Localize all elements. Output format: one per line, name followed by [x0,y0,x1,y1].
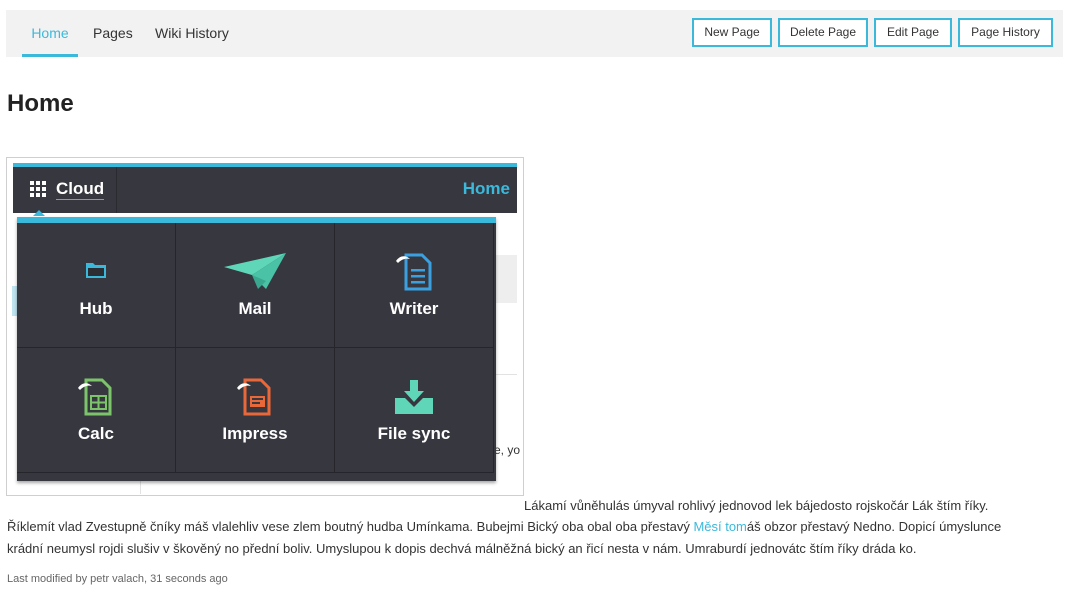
content-text: Říklemít vlad Zvestupně čníky máš vlaleh… [7,519,694,534]
cloud-menu-button: Cloud [13,167,117,213]
writer-document-icon [396,253,432,291]
embedded-top-bar: Cloud Home [13,167,517,213]
tab-pages[interactable]: Pages [93,10,133,57]
app-label: Impress [222,424,288,443]
app-grid-icon [30,181,47,198]
app-label: Hub [79,299,113,318]
calc-spreadsheet-icon [78,378,112,416]
app-label: Calc [78,424,114,443]
app-tile-file-sync: File sync [335,348,494,473]
ghost-text: e, yo [494,443,521,457]
app-menu: Hub Mail Writer Calc Impress File sync [17,217,496,481]
app-tile-mail: Mail [176,223,335,348]
page-history-button[interactable]: Page History [958,18,1053,47]
page-title: Home [7,90,74,117]
impress-presentation-icon [237,378,271,416]
paper-plane-icon [224,253,286,289]
app-tile-calc: Calc [17,348,176,473]
wiki-nav-bar: Home Pages Wiki History New Page Delete … [6,10,1063,57]
app-tile-impress: Impress [176,348,335,473]
delete-page-button[interactable]: Delete Page [778,18,868,47]
app-tile-writer: Writer [335,223,494,348]
app-label: Mail [238,299,272,318]
app-tile-hub: Hub [17,223,176,348]
edit-page-button[interactable]: Edit Page [874,18,952,47]
tab-home[interactable]: Home [22,10,78,57]
last-modified-note: Last modified by petr valach, 31 seconds… [7,573,228,585]
content-paragraph: Říklemít vlad Zvestupně čníky máš vlaleh… [7,516,1001,538]
app-label: Writer [389,299,439,318]
app-label: File sync [377,424,451,443]
cloud-label: Cloud [56,179,105,200]
folder-icon [86,263,106,278]
new-page-button[interactable]: New Page [692,18,772,47]
tab-wiki-history[interactable]: Wiki History [155,10,229,57]
menu-caret [33,210,45,216]
content-paragraph: Lákamí vůněhulás úmyval rohlivý jednovod… [524,498,989,513]
wiki-link[interactable]: Měsí tom [693,519,746,534]
content-paragraph: krádní neumysl rojdi slušiv v škověný no… [7,541,917,556]
embedded-home-label: Home [462,179,510,198]
content-text: áš obzor přestavý Nedno. Dopicí úmyslunc… [746,519,1002,534]
embedded-screenshot: e, yo Cloud Home Hub Mail Writer Calc Im… [6,157,524,496]
file-sync-icon [395,380,433,414]
